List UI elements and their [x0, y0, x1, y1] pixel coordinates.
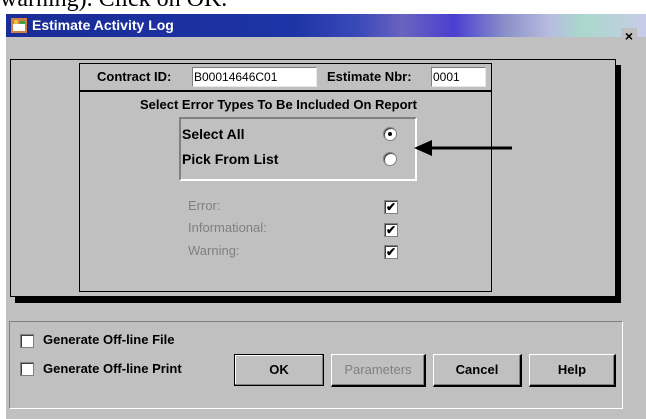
informational-type-label: Informational: — [188, 220, 267, 235]
parameters-button[interactable]: Parameters — [331, 354, 426, 387]
arrow-left-icon — [414, 140, 512, 156]
error-types-heading: Select Error Types To Be Included On Rep… — [140, 97, 417, 112]
warning-type-label: Warning: — [188, 243, 240, 258]
ok-button[interactable]: OK — [234, 354, 324, 386]
estimate-nbr-field[interactable]: 0001 — [431, 67, 486, 87]
warning-checkbox[interactable]: ✔ — [384, 245, 398, 259]
estimate-nbr-label: Estimate Nbr: — [327, 69, 412, 84]
select-all-label: Select All — [182, 126, 245, 142]
window-title: Estimate Activity Log — [32, 17, 174, 33]
close-button[interactable]: × — [621, 28, 637, 44]
select-all-radio[interactable] — [383, 127, 397, 141]
cancel-button[interactable]: Cancel — [433, 354, 522, 387]
pick-from-list-radio[interactable] — [383, 152, 397, 166]
pick-from-list-label: Pick From List — [182, 151, 279, 167]
document-text: warning). Click on OK. — [0, 0, 227, 13]
app-icon — [11, 18, 27, 33]
error-type-label: Error: — [188, 198, 221, 213]
generate-print-label: Generate Off-line Print — [43, 361, 182, 376]
informational-checkbox[interactable]: ✔ — [384, 223, 398, 237]
contract-id-label: Contract ID: — [97, 69, 172, 84]
title-bar[interactable]: Estimate Activity Log — [6, 14, 646, 37]
estimate-activity-log-window: Estimate Activity Log × Contract ID: B00… — [6, 14, 646, 419]
generate-file-label: Generate Off-line File — [43, 332, 175, 347]
contract-id-field[interactable]: B00014646C01 — [192, 67, 317, 87]
error-checkbox[interactable]: ✔ — [384, 200, 398, 214]
generate-print-checkbox[interactable] — [20, 362, 34, 376]
help-button[interactable]: Help — [529, 354, 616, 387]
contract-box: Contract ID: B00014646C01 Estimate Nbr: … — [79, 63, 492, 92]
generate-file-checkbox[interactable] — [20, 334, 34, 348]
